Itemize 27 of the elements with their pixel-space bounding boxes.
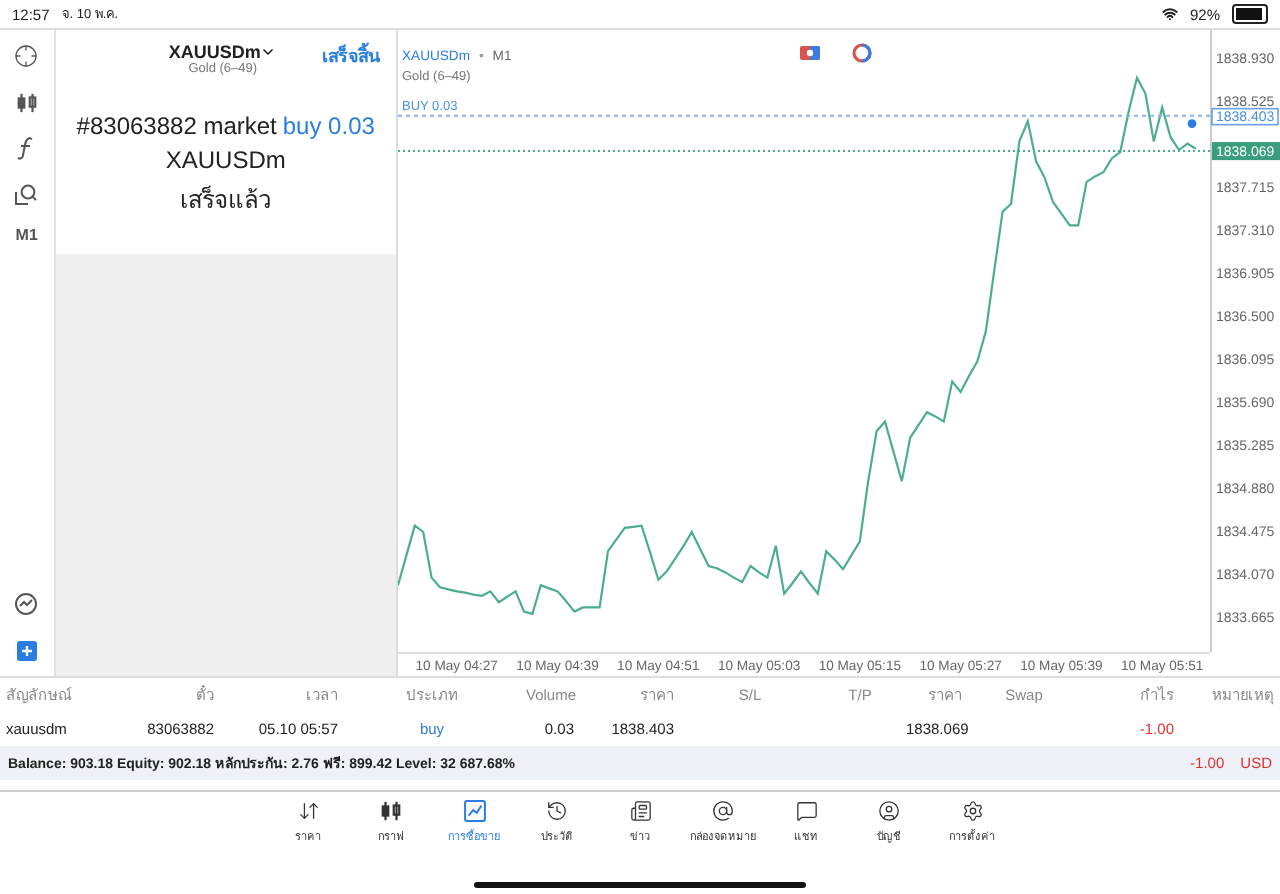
- candlestick-icon[interactable]: [12, 88, 41, 116]
- trade-levels-icon[interactable]: [852, 43, 872, 63]
- order-type-volume: buy 0.03: [282, 112, 375, 140]
- shapes-icon[interactable]: [12, 180, 41, 208]
- one-click-trading-icon[interactable]: [800, 46, 820, 60]
- history-icon: [546, 800, 568, 822]
- order-message: #83063882 market: [76, 112, 277, 140]
- order-symbol[interactable]: XAUUSDm: [168, 42, 261, 62]
- at-sign-icon: [712, 800, 734, 822]
- arrows-icon: [297, 800, 319, 822]
- chart-search-icon[interactable]: [12, 590, 41, 618]
- add-order-icon[interactable]: [12, 636, 41, 664]
- wifi-icon: [1161, 6, 1178, 22]
- battery-icon: [1232, 4, 1268, 24]
- done-link[interactable]: เสร็จสิ้น: [322, 42, 380, 70]
- settings-icon: [961, 800, 983, 822]
- line-chart-icon: [463, 800, 485, 822]
- order-marker-icon: [1187, 119, 1197, 129]
- timeframe-button[interactable]: M1: [15, 226, 38, 244]
- candlestick-icon: [380, 800, 402, 822]
- crosshair-icon[interactable]: [12, 42, 41, 70]
- order-message-symbol: XAUUSDm: [165, 146, 286, 174]
- user-icon: [878, 800, 900, 822]
- order-result: เสร็จแล้ว: [179, 183, 272, 218]
- newspaper-icon: [629, 800, 651, 822]
- chat-bubble-icon: [795, 800, 817, 822]
- chevron-down-icon[interactable]: [260, 44, 277, 60]
